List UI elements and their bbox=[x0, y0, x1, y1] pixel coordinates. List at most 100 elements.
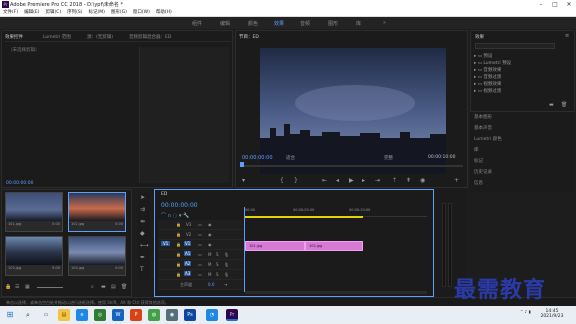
icon-view-icon[interactable]: ▦ bbox=[25, 284, 30, 290]
menu-file[interactable]: 文件(F) bbox=[0, 9, 21, 17]
mark-in-icon[interactable]: { bbox=[280, 177, 284, 184]
panel-essential-graphics[interactable]: 基本图形 bbox=[474, 114, 492, 120]
panel-lumetri-color[interactable]: Lumetri 颜色 bbox=[474, 136, 502, 142]
workspace-effects[interactable]: 效果 bbox=[274, 20, 284, 27]
panel-info[interactable]: 信息 bbox=[474, 180, 483, 186]
tab-source[interactable]: 源：(无剪辑) bbox=[87, 34, 113, 40]
workspace-editing[interactable]: 编辑 bbox=[220, 20, 230, 27]
effects-item[interactable]: ▸ ▭ 预设 bbox=[474, 53, 511, 60]
add-marker-icon[interactable]: ▾ bbox=[179, 213, 182, 219]
program-scrubber[interactable] bbox=[241, 165, 463, 167]
menu-clip[interactable]: 剪辑(C) bbox=[42, 9, 64, 17]
clock[interactable]: 14:45 2021/9/23 bbox=[534, 309, 570, 319]
step-forward-icon[interactable]: ▸ bbox=[362, 177, 365, 184]
effects-item[interactable]: ▸ ▭ 音频过渡 bbox=[474, 74, 511, 81]
workspace-assembly[interactable]: 组件 bbox=[192, 20, 202, 27]
effects-item[interactable]: ▸ ▭ 视频效果 bbox=[474, 81, 511, 88]
quality-dropdown[interactable]: 完整 bbox=[384, 155, 393, 161]
browser-icon[interactable]: ◔ bbox=[206, 309, 218, 321]
close-icon[interactable]: ✕ bbox=[562, 0, 576, 9]
premiere-taskbar-icon[interactable]: Pr bbox=[226, 309, 238, 321]
settings-icon[interactable]: 🔧 bbox=[183, 213, 189, 219]
effects-item[interactable]: ▸ ▭ Lumetri 预设 bbox=[474, 60, 511, 67]
tab-lumetri-scopes[interactable]: Lumetri 范围 bbox=[43, 34, 71, 40]
menu-edit[interactable]: 编辑(E) bbox=[21, 9, 42, 17]
timeline-timecode[interactable]: 00:00:00:00 bbox=[161, 202, 198, 209]
delete-icon[interactable]: 🗑 bbox=[561, 102, 567, 108]
menu-help[interactable]: 帮助(H) bbox=[153, 9, 175, 17]
tray-icons[interactable]: ⌃ ♪ ▮ bbox=[520, 309, 531, 314]
program-timecode[interactable]: 00:00:00:00 bbox=[242, 155, 273, 161]
word-icon[interactable]: W bbox=[112, 309, 124, 321]
workspace-graphics[interactable]: 图形 bbox=[328, 20, 338, 27]
pen-tool-icon[interactable]: ✒ bbox=[140, 254, 145, 261]
camera-icon[interactable]: ◉ bbox=[166, 309, 178, 321]
track-header-v3[interactable]: 🔒 V3 ▭ ◉ bbox=[158, 220, 243, 230]
track-header-a1[interactable]: 🔒 A1 ▭ M S 🎙 bbox=[158, 250, 243, 260]
program-tab[interactable]: 节目：ED bbox=[239, 34, 259, 40]
go-to-out-icon[interactable]: ⇥ bbox=[375, 177, 380, 184]
task-view-icon[interactable]: ▭ bbox=[40, 309, 52, 321]
mark-out-icon[interactable]: } bbox=[294, 177, 298, 184]
panel-essential-sound[interactable]: 基本声音 bbox=[474, 125, 492, 131]
ripple-edit-tool-icon[interactable]: ⇹ bbox=[140, 218, 145, 225]
timeline-clip[interactable]: 102.jpg bbox=[305, 241, 363, 251]
button-editor-icon[interactable]: + bbox=[454, 177, 459, 184]
edge-icon[interactable]: e bbox=[76, 309, 88, 321]
effects-title[interactable]: 效果 bbox=[475, 34, 484, 40]
track-header-a3[interactable]: 🔒 A3 ▭ M S 🎙 bbox=[158, 270, 243, 280]
track-header-master[interactable]: 主声道 0.0 ⇥ bbox=[158, 280, 243, 290]
more-workspaces-icon[interactable]: » bbox=[383, 20, 386, 26]
panel-libraries[interactable]: 库 bbox=[474, 147, 479, 153]
panel-markers[interactable]: 标记 bbox=[474, 158, 483, 164]
photoshop-icon[interactable]: Ps bbox=[184, 309, 196, 321]
lock-icon[interactable]: 🔒 bbox=[5, 284, 11, 290]
tab-audio-mixer[interactable]: 音频剪辑混合器：ED bbox=[129, 34, 171, 40]
slip-tool-icon[interactable]: ⟷ bbox=[140, 242, 149, 249]
effects-item[interactable]: ▸ ▭ 音频效果 bbox=[474, 67, 511, 74]
nest-icon[interactable]: ⌒ bbox=[161, 213, 166, 219]
effects-search-input[interactable] bbox=[475, 43, 555, 49]
project-item[interactable]: 103.jpg 5:00 bbox=[5, 236, 63, 276]
timeline-tab[interactable]: ED bbox=[161, 192, 167, 197]
go-to-in-icon[interactable]: ⇤ bbox=[322, 177, 327, 184]
panel-history[interactable]: 历史记录 bbox=[474, 169, 492, 175]
track-header-v1[interactable]: V1 🔒 V1 ▭ ◉ bbox=[158, 240, 243, 250]
linked-selection-icon[interactable]: ◌ bbox=[173, 213, 177, 219]
menu-graphics[interactable]: 图形(G) bbox=[108, 9, 130, 17]
project-item[interactable]: 102.jpg 5:00 bbox=[68, 192, 126, 232]
workspace-color[interactable]: 颜色 bbox=[248, 20, 258, 27]
workspace-library[interactable]: 库 bbox=[356, 20, 361, 27]
new-item-icon[interactable]: ▤ bbox=[111, 284, 116, 290]
minimize-icon[interactable]: – bbox=[534, 0, 548, 9]
menu-sequence[interactable]: 序列(S) bbox=[64, 9, 85, 17]
workspace-audio[interactable]: 音频 bbox=[300, 20, 310, 27]
selection-tool-icon[interactable]: ➤ bbox=[140, 194, 145, 201]
program-playhead[interactable] bbox=[240, 162, 244, 167]
app-icon[interactable]: ◎ bbox=[94, 309, 106, 321]
search-icon[interactable]: ⌕ bbox=[91, 284, 94, 290]
effects-item[interactable]: ▸ ▭ 视频过渡 bbox=[474, 88, 511, 95]
list-view-icon[interactable]: ☰ bbox=[15, 284, 19, 290]
new-bin-icon[interactable]: ▬ bbox=[549, 102, 554, 108]
maximize-icon[interactable]: □ bbox=[548, 0, 562, 9]
track-header-a2[interactable]: 🔒 A2 ▭ M S 🎙 bbox=[158, 260, 243, 270]
clear-icon[interactable]: 🗑 bbox=[121, 284, 127, 290]
file-explorer-icon[interactable]: ▤ bbox=[58, 309, 70, 321]
timeline-scrollbar[interactable] bbox=[245, 291, 427, 294]
project-item[interactable]: 101.jpg 5:00 bbox=[5, 192, 63, 232]
snap-icon[interactable]: ∩ bbox=[168, 213, 172, 219]
track-select-tool-icon[interactable]: ⇉ bbox=[140, 206, 145, 213]
lift-icon[interactable]: ⇡ bbox=[392, 177, 397, 184]
track-header-v2[interactable]: 🔒 V2 ▭ ◉ bbox=[158, 230, 243, 240]
play-icon[interactable]: ▶ bbox=[349, 177, 354, 184]
add-marker-icon[interactable]: ▾ bbox=[242, 177, 245, 184]
fit-dropdown[interactable]: 适合 bbox=[286, 155, 295, 161]
timeline-clip[interactable]: 101.jpg bbox=[245, 241, 305, 251]
tab-effect-controls[interactable]: 效果控件 bbox=[5, 34, 23, 40]
search-icon[interactable]: ⌕ bbox=[22, 309, 34, 321]
work-area-bar[interactable] bbox=[245, 216, 363, 218]
menu-marker[interactable]: 标记(M) bbox=[86, 9, 108, 17]
project-item[interactable]: 104.jpg 5:00 bbox=[68, 236, 126, 276]
wechat-icon[interactable]: ◍ bbox=[148, 309, 160, 321]
